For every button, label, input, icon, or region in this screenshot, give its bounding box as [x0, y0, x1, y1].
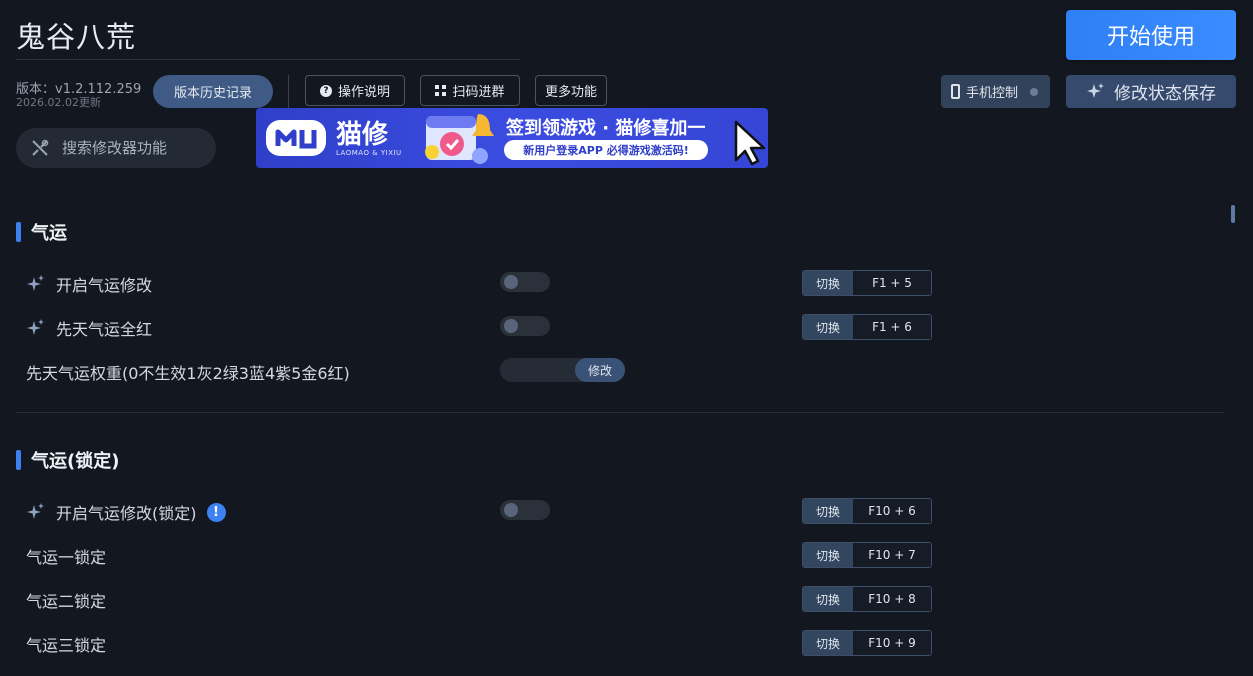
sparkle-icon — [1087, 82, 1104, 98]
info-icon[interactable]: ! — [206, 502, 226, 522]
toggle-knob — [504, 503, 518, 517]
row-label-text: 开启气运修改 — [56, 276, 153, 295]
hotkey-keys[interactable]: F10 + 8 — [853, 587, 931, 611]
phone-control-button[interactable]: 手机控制 — [941, 75, 1050, 108]
row-label: 气运一锁定 — [26, 544, 106, 568]
row-label-text: 气运二锁定 — [26, 592, 107, 611]
tools-icon — [32, 139, 49, 156]
instructions-button[interactable]: ? 操作说明 — [305, 75, 405, 106]
hotkey-binding[interactable]: 切换 F1 + 5 — [802, 270, 932, 296]
hotkey-mode[interactable]: 切换 — [803, 543, 853, 567]
hotkey-keys[interactable]: F10 + 6 — [853, 499, 931, 523]
section-marker — [16, 222, 21, 242]
brand-logo-icon — [266, 120, 326, 156]
section-title-luck-lock: 气运(锁定) — [16, 447, 119, 473]
banner-brand-sub: LAOMAO & YIXIU — [336, 149, 402, 157]
row-label: 气运二锁定 — [26, 588, 106, 612]
hotkey-keys[interactable]: F10 + 7 — [853, 543, 931, 567]
section-divider — [16, 412, 1225, 413]
toggle-switch[interactable] — [500, 316, 550, 336]
save-state-label: 修改状态保存 — [1114, 84, 1216, 104]
sparkle-icon — [27, 503, 44, 519]
row-label-text: 开启气运修改(锁定) — [56, 504, 197, 523]
update-date: 2026.02.02更新 — [16, 96, 101, 109]
section-title-text: 气运(锁定) — [31, 451, 120, 472]
promo-banner[interactable]: 猫修 LAOMAO & YIXIU 签到领游戏 · 猫修喜加一 新用户登录APP… — [256, 108, 768, 168]
hotkey-mode[interactable]: 切换 — [803, 499, 853, 523]
section-marker — [16, 450, 21, 470]
title-underline — [16, 59, 520, 60]
more-features-button[interactable]: 更多功能 — [535, 75, 607, 106]
row-label-text: 气运三锁定 — [26, 636, 107, 655]
hotkey-keys[interactable]: F1 + 5 — [853, 271, 931, 295]
save-state-button[interactable]: 修改状态保存 — [1066, 75, 1236, 108]
hotkey-keys[interactable]: F1 + 6 — [853, 315, 931, 339]
search-input[interactable] — [60, 138, 204, 158]
scrollbar-thumb[interactable] — [1231, 205, 1235, 223]
row-label: 先天气运全红 — [26, 316, 152, 340]
qr-code-icon — [435, 85, 447, 96]
section-title-luck: 气运 — [16, 219, 67, 245]
game-title: 鬼谷八荒 — [16, 20, 137, 54]
row-label: 开启气运修改 — [26, 272, 152, 296]
row-label-text: 先天气运权重(0不生效1灰2绿3蓝4紫5金6红) — [26, 364, 350, 383]
sparkle-icon — [27, 275, 44, 291]
status-dot-icon — [1030, 87, 1039, 96]
row-label: 先天气运权重(0不生效1灰2绿3蓝4紫5金6红) — [26, 360, 350, 384]
hotkey-mode[interactable]: 切换 — [803, 271, 853, 295]
row-label: 开启气运修改(锁定) ! — [26, 500, 226, 524]
toggle-switch[interactable] — [500, 500, 550, 520]
phone-control-label: 手机控制 — [966, 86, 1019, 101]
value-input-field[interactable]: 修改 — [500, 358, 625, 382]
banner-headline: 签到领游戏 · 猫修喜加一 — [506, 118, 706, 139]
help-icon: ? — [319, 84, 332, 97]
hotkey-binding[interactable]: 切换 F10 + 8 — [802, 586, 932, 612]
row-label-text: 先天气运全红 — [56, 320, 153, 339]
hotkey-binding[interactable]: 切换 F1 + 6 — [802, 314, 932, 340]
toggle-knob — [504, 319, 518, 333]
hotkey-binding[interactable]: 切换 F10 + 7 — [802, 542, 932, 568]
instructions-label: 操作说明 — [337, 85, 390, 100]
hotkey-mode[interactable]: 切换 — [803, 587, 853, 611]
banner-subline: 新用户登录APP 必得游戏激活码! — [504, 140, 708, 160]
toolbar-divider — [288, 75, 289, 108]
start-button[interactable]: 开始使用 — [1066, 10, 1236, 60]
toggle-switch[interactable] — [500, 272, 550, 292]
row-label-text: 气运一锁定 — [26, 548, 107, 567]
qr-group-label: 扫码进群 — [452, 85, 505, 100]
sparkle-icon — [27, 319, 44, 335]
modify-button[interactable]: 修改 — [575, 358, 625, 382]
section-title-text: 气运 — [31, 223, 67, 244]
row-label: 气运三锁定 — [26, 632, 106, 656]
search-box[interactable] — [16, 128, 216, 168]
banner-brand: 猫修 — [336, 120, 389, 150]
phone-icon — [951, 84, 960, 99]
toggle-knob — [504, 275, 518, 289]
qr-group-button[interactable]: 扫码进群 — [420, 75, 520, 106]
version-history-button[interactable]: 版本历史记录 — [153, 75, 273, 108]
hotkey-mode[interactable]: 切换 — [803, 631, 853, 655]
calendar-bell-icon — [425, 114, 494, 164]
hotkey-keys[interactable]: F10 + 9 — [853, 631, 931, 655]
cursor-icon — [734, 120, 766, 166]
hotkey-binding[interactable]: 切换 F10 + 6 — [802, 498, 932, 524]
hotkey-mode[interactable]: 切换 — [803, 315, 853, 339]
hotkey-binding[interactable]: 切换 F10 + 9 — [802, 630, 932, 656]
